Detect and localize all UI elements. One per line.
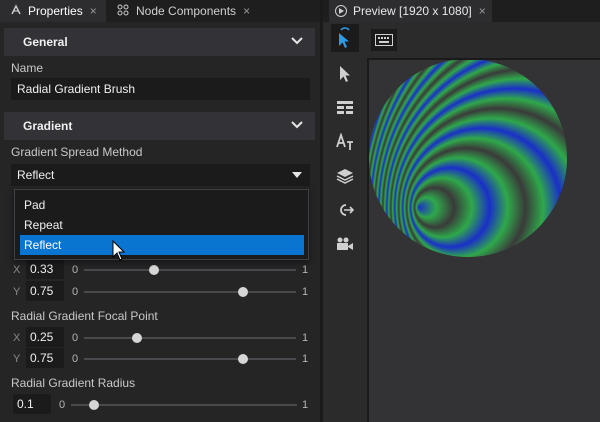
focal-x-input[interactable]: 0.25 (26, 327, 64, 347)
general-section-header[interactable]: General (4, 28, 315, 56)
focal-y-input[interactable]: 0.75 (26, 348, 64, 368)
pointer-tool[interactable] (331, 60, 359, 88)
camera-tool[interactable] (331, 230, 359, 258)
focal-x-slider-thumb[interactable] (132, 333, 142, 343)
focal-y-slider-thumb[interactable] (238, 354, 248, 364)
tab-node-components-label: Node Components (136, 4, 237, 18)
focal-x-max: 1 (302, 332, 309, 344)
center-y-axis: Y (13, 286, 21, 298)
radial-gradient-preview (369, 60, 567, 257)
gradient-circle (369, 60, 567, 257)
grid-icon (337, 101, 353, 114)
tab-properties-label: Properties (28, 4, 83, 18)
center-y-track[interactable] (84, 291, 296, 293)
tool-column (323, 22, 367, 422)
spread-option-reflect[interactable]: Reflect (20, 235, 304, 255)
text-icon (336, 133, 353, 150)
camera-icon (337, 237, 353, 250)
center-x-axis: X (13, 264, 21, 276)
focal-y-axis: Y (13, 353, 21, 365)
radius-max: 1 (302, 399, 309, 411)
caret-down-icon (292, 172, 302, 178)
spread-method-label: Gradient Spread Method (11, 145, 143, 159)
center-x-track[interactable] (84, 269, 296, 271)
chevron-down-icon (291, 37, 303, 45)
tab-node-components[interactable]: Node Components × (112, 0, 262, 22)
tab-properties[interactable]: Properties × (0, 0, 106, 22)
gradient-section-title: Gradient (23, 119, 73, 133)
focal-point-label: Radial Gradient Focal Point (11, 309, 158, 323)
general-section-title: General (23, 35, 68, 49)
close-icon[interactable]: × (90, 4, 97, 18)
preview-panel: Preview [1920 x 1080] × (323, 0, 600, 422)
play-icon[interactable] (335, 5, 347, 17)
radius-input[interactable]: 0.1 (13, 394, 51, 414)
spread-method-dropdown[interactable]: Reflect (11, 164, 310, 186)
center-x-slider-thumb[interactable] (148, 265, 159, 275)
chevron-down-icon (291, 121, 303, 129)
pointer-icon (340, 66, 350, 82)
center-y-input[interactable]: 0.75 (26, 281, 64, 301)
spread-option-pad[interactable]: Pad (20, 195, 304, 215)
tab-preview[interactable]: Preview [1920 x 1080] × (329, 0, 492, 22)
close-icon[interactable]: × (243, 4, 250, 18)
mouse-cursor-icon (112, 240, 126, 261)
center-y-slider-thumb[interactable] (238, 287, 248, 297)
radius-min: 0 (59, 399, 66, 411)
focal-x-axis: X (13, 332, 21, 344)
select-touch-icon (339, 27, 350, 48)
spread-method-popup: Pad Repeat Reflect (14, 189, 309, 260)
connect-icon (340, 204, 354, 216)
radius-slider-thumb[interactable] (88, 400, 99, 410)
properties-icon (10, 3, 22, 19)
preview-toolbar (367, 22, 600, 58)
layers-tool[interactable] (331, 162, 359, 190)
left-tab-bar: Properties × Node Components × (0, 0, 320, 22)
close-icon[interactable]: × (479, 4, 486, 18)
grid-tool[interactable] (331, 94, 359, 122)
select-touch-tool[interactable] (331, 24, 359, 52)
right-tab-bar: Preview [1920 x 1080] × (323, 0, 600, 22)
center-x-max: 1 (302, 264, 309, 276)
text-tool[interactable] (331, 128, 359, 156)
node-components-icon (116, 4, 130, 19)
spread-method-value: Reflect (17, 168, 55, 182)
radius-label: Radial Gradient Radius (11, 376, 136, 390)
center-x-input[interactable]: 0.33 (26, 259, 64, 279)
focal-x-track[interactable] (84, 337, 296, 339)
center-y-min: 0 (72, 286, 79, 298)
gradient-section-header[interactable]: Gradient (4, 112, 315, 140)
keyboard-icon (375, 34, 393, 46)
focal-y-max: 1 (302, 353, 309, 365)
layers-icon (336, 169, 354, 184)
center-y-max: 1 (302, 286, 309, 298)
preview-canvas[interactable] (367, 58, 600, 422)
name-label: Name (11, 61, 44, 75)
keyboard-button[interactable] (371, 29, 397, 51)
focal-y-track[interactable] (84, 358, 296, 360)
focal-x-min: 0 (72, 332, 79, 344)
connect-tool[interactable] (331, 196, 359, 224)
focal-y-min: 0 (72, 353, 79, 365)
tab-preview-label: Preview [1920 x 1080] (353, 4, 472, 18)
properties-panel: Properties × Node Components × General N… (0, 0, 320, 422)
radius-track[interactable] (71, 404, 297, 406)
name-field[interactable]: Radial Gradient Brush (11, 78, 310, 100)
center-x-min: 0 (72, 264, 79, 276)
spread-option-repeat[interactable]: Repeat (20, 215, 304, 235)
